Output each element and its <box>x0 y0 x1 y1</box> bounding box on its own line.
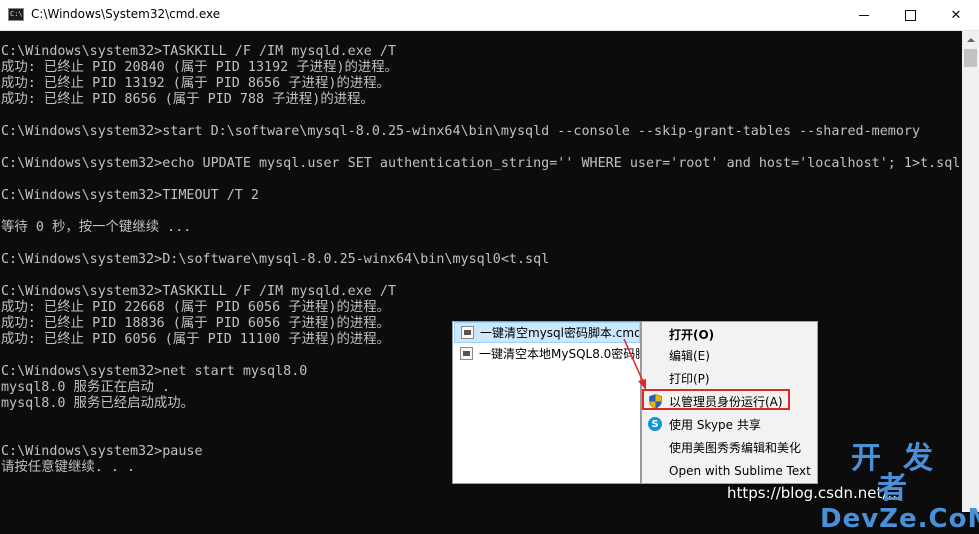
scroll-up-button[interactable] <box>962 31 979 48</box>
console-line: 成功: 已终止 PID 20840 (属于 PID 13192 子进程)的进程。 <box>1 60 399 75</box>
file-item[interactable]: 一键清空本地MySQL8.0密码脚本 <box>454 343 640 364</box>
console-line: C:\Windows\system32>start D:\software\my… <box>1 124 921 139</box>
title-bar[interactable]: C:\ C:\Windows\System32\cmd.exe ✕ <box>0 0 979 31</box>
file-item-selected[interactable]: 一键清空mysql密码脚本.cmd <box>454 322 640 343</box>
menu-item-sublime[interactable]: Open with Sublime Text <box>642 459 817 482</box>
menu-item-label: Open with Sublime Text <box>669 463 811 478</box>
maximize-icon <box>904 9 916 21</box>
chevron-up-icon <box>966 37 975 42</box>
console-line: C:\Windows\system32>TASKKILL /F /IM mysq… <box>1 284 397 299</box>
minimize-button[interactable] <box>841 0 887 30</box>
console-line: C:\Windows\system32>TASKKILL /F /IM mysq… <box>1 44 397 59</box>
file-icon <box>460 347 473 360</box>
console-line: 等待 0 秒，按一个键继续 ... <box>1 220 192 235</box>
console-line: C:\Windows\system32>echo UPDATE mysql.us… <box>1 156 961 171</box>
cmd-app-icon: C:\ <box>8 8 24 21</box>
console-line: 成功: 已终止 PID 13192 (属于 PID 8656 子进程)的进程。 <box>1 76 391 91</box>
skype-icon: S <box>648 417 663 432</box>
menu-item-meitu[interactable]: 使用美图秀秀编辑和美化 <box>642 436 817 459</box>
menu-item-edit[interactable]: 编辑(E) <box>642 344 817 367</box>
menu-item-open[interactable]: 打开(O) <box>642 323 817 346</box>
menu-item-label: 使用美图秀秀编辑和美化 <box>669 441 802 455</box>
menu-item-skype-share[interactable]: S 使用 Skype 共享 <box>642 413 817 436</box>
scroll-thumb[interactable] <box>964 49 977 67</box>
skype-glyph: S <box>648 417 662 431</box>
console-line: 成功: 已终止 PID 8656 (属于 PID 788 子进程)的进程。 <box>1 92 374 107</box>
maximize-button[interactable] <box>887 0 933 30</box>
window-title: C:\Windows\System32\cmd.exe <box>31 7 221 21</box>
close-icon: ✕ <box>950 7 962 23</box>
watermark-logo-top: 开发者 <box>851 441 955 506</box>
menu-item-label: 打开(O) <box>669 328 715 342</box>
watermark-logo-bottom: DevZe.CoM <box>820 504 979 534</box>
minimize-icon <box>859 14 869 16</box>
highlight-box <box>642 389 790 410</box>
menu-item-label: 编辑(E) <box>669 349 710 363</box>
cmd-file-icon <box>461 326 474 339</box>
console-line: 成功: 已终止 PID 22668 (属于 PID 6056 子进程)的进程。 <box>1 300 391 315</box>
close-button[interactable]: ✕ <box>933 0 979 30</box>
menu-item-print[interactable]: 打印(P) <box>642 367 817 390</box>
explorer-file-list: 一键清空mysql密码脚本.cmd 一键清空本地MySQL8.0密码脚本 <box>452 321 641 484</box>
file-name: 一键清空mysql密码脚本.cmd <box>480 326 640 340</box>
console-line: C:\Windows\system32>TIMEOUT /T 2 <box>1 188 259 203</box>
watermark-logo: 开发者 DevZe.CoM <box>820 441 979 534</box>
menu-item-label: 打印(P) <box>669 372 710 386</box>
file-name: 一键清空本地MySQL8.0密码脚本 <box>479 347 640 361</box>
menu-item-label: 使用 Skype 共享 <box>669 418 761 432</box>
console-line: C:\Windows\system32>D:\software\mysql-8.… <box>1 252 550 267</box>
vertical-scrollbar[interactable] <box>962 31 979 512</box>
